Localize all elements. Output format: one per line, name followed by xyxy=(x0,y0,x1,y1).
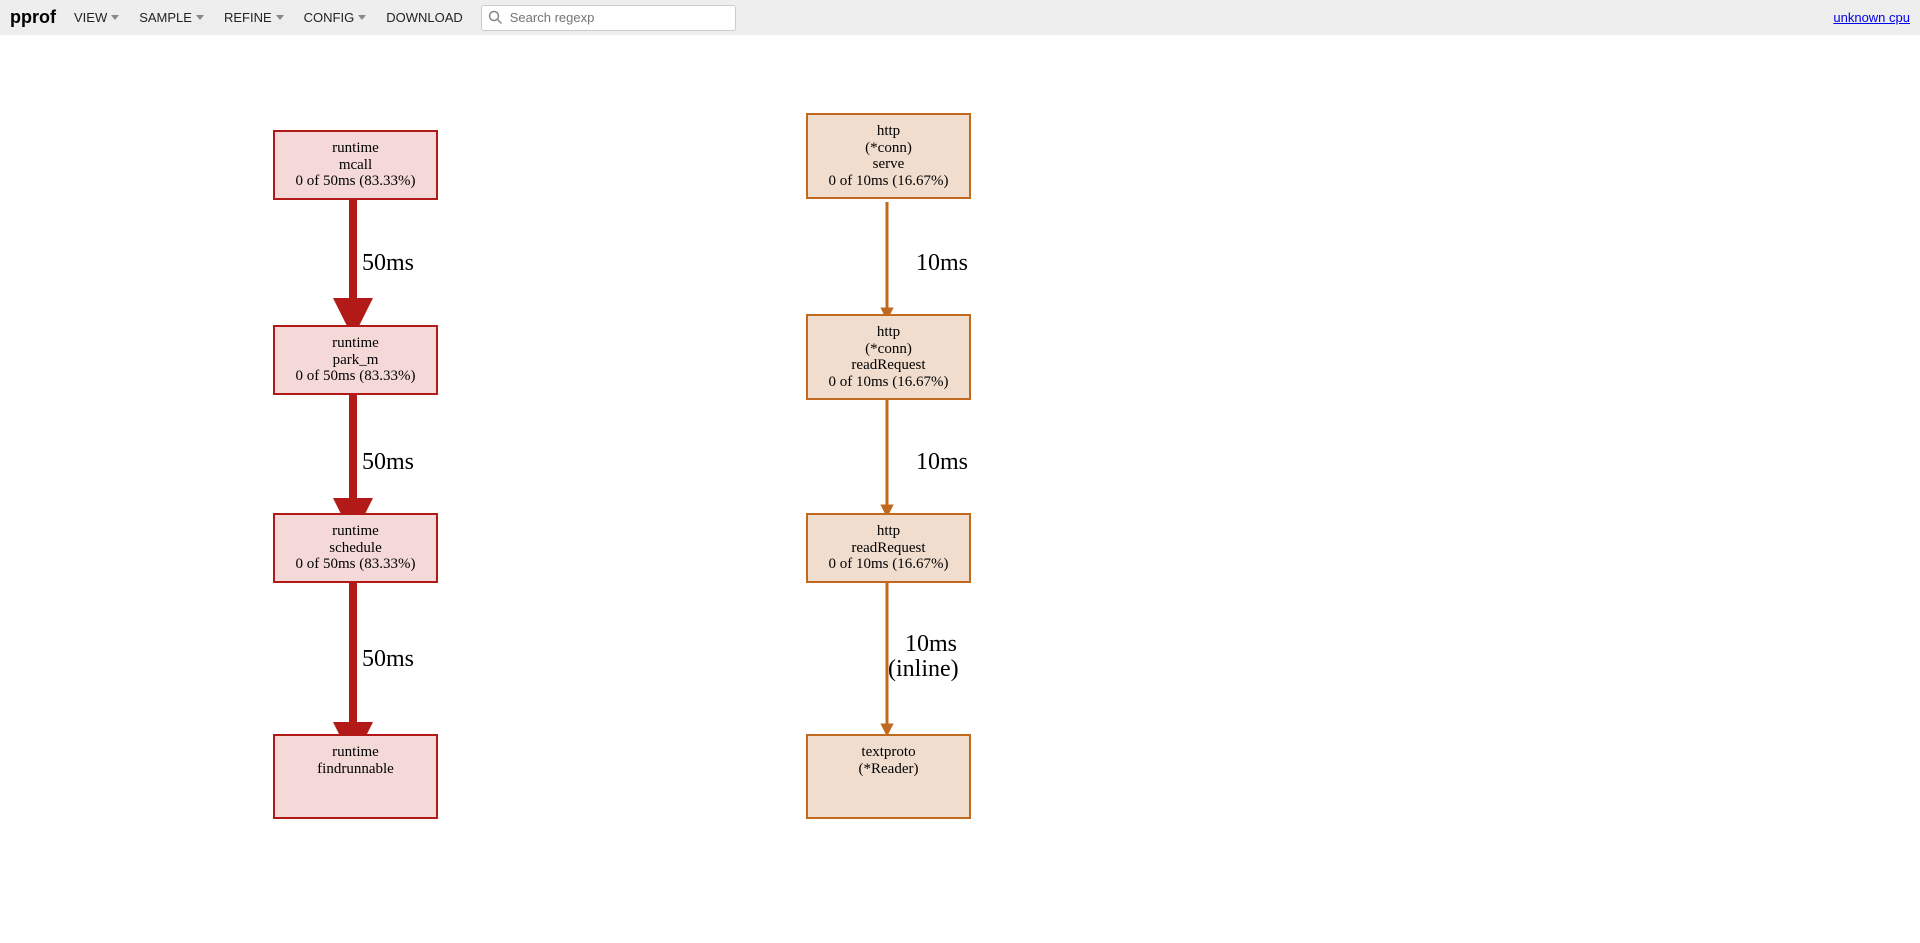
edge-label: 10ms (inline) xyxy=(905,632,959,682)
chevron-down-icon xyxy=(111,15,119,20)
node-line: http xyxy=(814,324,963,341)
node-line: 0 of 50ms (83.33%) xyxy=(281,173,430,190)
graph-node[interactable]: http (*conn) serve 0 of 10ms (16.67%) xyxy=(806,113,971,199)
node-line: 0 of 10ms (16.67%) xyxy=(814,556,963,573)
menu-download[interactable]: DOWNLOAD xyxy=(386,10,463,25)
top-bar: pprof VIEW SAMPLE REFINE CONFIG DOWNLOAD… xyxy=(0,0,1920,35)
graph-canvas[interactable]: runtime mcall 0 of 50ms (83.33%) runtime… xyxy=(0,35,1920,943)
graph-node[interactable]: http readRequest 0 of 10ms (16.67%) xyxy=(806,513,971,583)
node-line: runtime xyxy=(281,744,430,761)
chevron-down-icon xyxy=(358,15,366,20)
node-line: 0 of 50ms (83.33%) xyxy=(281,556,430,573)
graph-node[interactable]: runtime park_m 0 of 50ms (83.33%) xyxy=(273,325,438,395)
app-logo: pprof xyxy=(10,7,56,28)
node-line: 0 of 50ms (83.33%) xyxy=(281,368,430,385)
profile-link[interactable]: unknown cpu xyxy=(1833,10,1910,25)
node-line: runtime xyxy=(281,523,430,540)
graph-node[interactable]: textproto (*Reader) xyxy=(806,734,971,819)
edge-label-line: (inline) xyxy=(888,656,959,682)
chevron-down-icon xyxy=(196,15,204,20)
node-line: textproto xyxy=(814,744,963,761)
node-line: http xyxy=(814,523,963,540)
node-line: findrunnable xyxy=(281,761,430,778)
node-line: runtime xyxy=(281,335,430,352)
search-container xyxy=(481,5,736,31)
node-line: 0 of 10ms (16.67%) xyxy=(814,173,963,190)
edge-label: 50ms xyxy=(362,450,414,475)
menu-config[interactable]: CONFIG xyxy=(304,10,367,25)
node-line: park_m xyxy=(281,352,430,369)
search-input[interactable] xyxy=(481,5,736,31)
node-line: mcall xyxy=(281,157,430,174)
menu-sample[interactable]: SAMPLE xyxy=(139,10,204,25)
edge-label: 50ms xyxy=(362,647,414,672)
graph-node[interactable]: http (*conn) readRequest 0 of 10ms (16.6… xyxy=(806,314,971,400)
menu-label: CONFIG xyxy=(304,10,355,25)
graph-node[interactable]: runtime mcall 0 of 50ms (83.33%) xyxy=(273,130,438,200)
node-line: (*conn) xyxy=(814,341,963,358)
node-line: schedule xyxy=(281,540,430,557)
menu-label: SAMPLE xyxy=(139,10,192,25)
chevron-down-icon xyxy=(276,15,284,20)
node-line: readRequest xyxy=(814,357,963,374)
edge-label: 50ms xyxy=(362,251,414,276)
node-line: 0 of 10ms (16.67%) xyxy=(814,374,963,391)
menu-view[interactable]: VIEW xyxy=(74,10,119,25)
node-line: http xyxy=(814,123,963,140)
menu-label: REFINE xyxy=(224,10,272,25)
node-line: runtime xyxy=(281,140,430,157)
node-line: (*Reader) xyxy=(814,761,963,778)
menu-label: VIEW xyxy=(74,10,107,25)
graph-node[interactable]: runtime findrunnable xyxy=(273,734,438,819)
node-line: readRequest xyxy=(814,540,963,557)
graph-node[interactable]: runtime schedule 0 of 50ms (83.33%) xyxy=(273,513,438,583)
node-line: serve xyxy=(814,156,963,173)
edge-label: 10ms xyxy=(916,450,968,475)
menu-bar: VIEW SAMPLE REFINE CONFIG DOWNLOAD xyxy=(74,10,463,25)
node-line: (*conn) xyxy=(814,140,963,157)
edge-label-line: 10ms xyxy=(905,631,957,657)
menu-refine[interactable]: REFINE xyxy=(224,10,284,25)
menu-label: DOWNLOAD xyxy=(386,10,463,25)
edge-label: 10ms xyxy=(916,251,968,276)
